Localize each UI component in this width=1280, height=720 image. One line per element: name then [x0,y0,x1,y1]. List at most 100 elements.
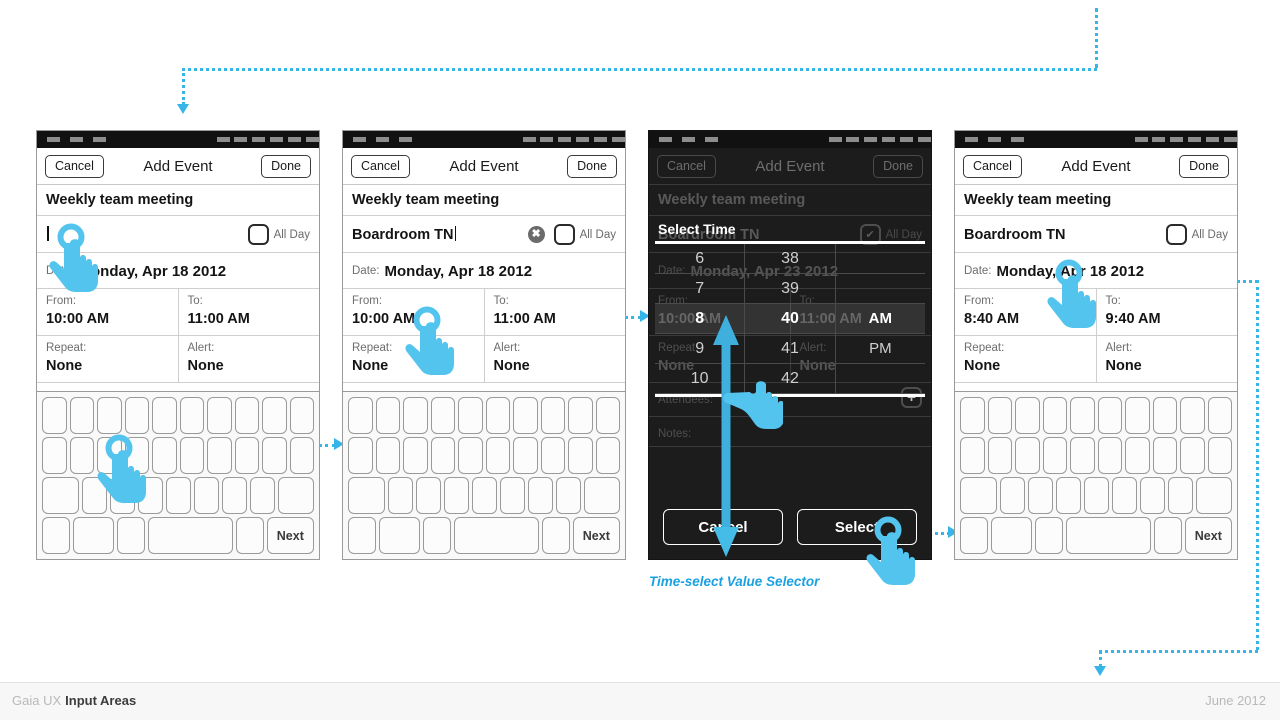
key[interactable] [1139,477,1165,514]
hour-option-selected[interactable]: 8 [655,304,745,334]
key[interactable] [1111,477,1137,514]
key[interactable] [1125,397,1150,434]
event-title-field[interactable]: Weekly team meeting [37,185,319,216]
period-key[interactable] [541,517,570,554]
language-key[interactable] [990,517,1032,554]
key[interactable] [1070,437,1095,474]
minute-option[interactable]: 38 [745,244,835,274]
key[interactable] [430,437,455,474]
key[interactable] [1152,437,1177,474]
key[interactable] [234,397,259,434]
clear-icon[interactable]: ✖ [527,226,545,243]
key[interactable] [375,397,400,434]
key[interactable] [443,477,469,514]
key[interactable] [499,477,525,514]
key[interactable] [165,477,191,514]
hour-option[interactable]: 7 [655,274,745,304]
date-field[interactable]: Date: Monday, Apr 18 2012 [37,253,319,289]
event-title-field[interactable]: Weekly team meeting [955,185,1237,216]
key[interactable] [1042,397,1067,434]
key[interactable] [97,437,122,474]
time-select-wheels[interactable]: 6 7 8 9 10 38 39 40 41 42 AM PM [655,244,925,394]
hour-option[interactable]: 9 [655,334,745,364]
key[interactable] [124,437,149,474]
key[interactable] [403,397,428,434]
minute-option[interactable]: 42 [745,364,835,394]
repeat-field[interactable]: Repeat: None [343,336,485,383]
key[interactable] [69,397,94,434]
language-key[interactable] [72,517,114,554]
space-key[interactable] [453,517,539,554]
on-screen-keyboard[interactable]: Next [955,391,1237,559]
all-day-checkbox[interactable] [247,224,269,245]
key[interactable] [1152,397,1177,434]
key[interactable] [1042,437,1067,474]
key[interactable] [1097,437,1122,474]
comma-key[interactable] [422,517,451,554]
key[interactable] [555,477,581,514]
key[interactable] [1070,397,1095,434]
comma-key[interactable] [1034,517,1063,554]
location-field[interactable]: All Day [37,216,319,253]
key[interactable] [568,397,593,434]
symbols-key[interactable] [348,517,376,554]
meridiem-option-selected[interactable]: AM [835,304,925,334]
next-key[interactable]: Next [1184,517,1232,554]
on-screen-keyboard[interactable]: Next [37,391,319,559]
period-key[interactable] [235,517,264,554]
next-key[interactable]: Next [266,517,314,554]
key[interactable] [471,477,497,514]
key[interactable] [81,477,107,514]
key[interactable] [1180,397,1205,434]
key[interactable] [152,397,177,434]
to-field[interactable]: To: 11:00 AM [179,289,320,335]
key[interactable] [403,437,428,474]
key[interactable] [249,477,275,514]
key[interactable] [430,397,455,434]
hour-wheel[interactable]: 6 7 8 9 10 [655,244,746,394]
key[interactable] [179,397,204,434]
backspace-key[interactable] [583,477,620,514]
key[interactable] [42,397,67,434]
done-button[interactable]: Done [567,154,617,178]
key[interactable] [1097,397,1122,434]
alert-field[interactable]: Alert: None [179,336,320,382]
done-button[interactable]: Done [261,154,311,178]
comma-key[interactable] [116,517,145,554]
key[interactable] [1055,477,1081,514]
key[interactable] [109,477,135,514]
all-day-checkbox[interactable] [553,224,575,245]
key[interactable] [179,437,204,474]
key[interactable] [348,437,373,474]
alert-field[interactable]: Alert: None [1097,336,1238,382]
alert-field[interactable]: Alert: None [485,336,626,382]
key[interactable] [207,437,232,474]
key[interactable] [485,397,510,434]
key[interactable] [960,397,985,434]
done-button[interactable]: Done [873,154,923,178]
key[interactable] [234,437,259,474]
key[interactable] [1027,477,1053,514]
all-day-checkbox[interactable] [1165,224,1187,245]
key[interactable] [527,477,553,514]
location-field[interactable]: Boardroom TN All Day [955,216,1237,253]
key[interactable] [485,437,510,474]
key[interactable] [540,437,565,474]
key[interactable] [1180,437,1205,474]
from-field[interactable]: From: 8:40 AM [955,289,1097,336]
shift-key[interactable] [348,477,385,514]
key[interactable] [124,397,149,434]
key[interactable] [595,397,620,434]
from-field[interactable]: From: 10:00 AM [343,289,485,336]
key[interactable] [375,437,400,474]
space-key[interactable] [1065,517,1151,554]
all-day-toggle[interactable]: All Day [553,224,616,245]
date-field[interactable]: Date: Monday, Apr 18 2012 [343,253,625,289]
key[interactable] [1083,477,1109,514]
shift-key[interactable] [960,477,997,514]
key[interactable] [987,397,1012,434]
to-field[interactable]: To: 9:40 AM [1097,289,1238,335]
hour-option[interactable]: 10 [655,364,745,394]
period-key[interactable] [1153,517,1182,554]
key[interactable] [387,477,413,514]
